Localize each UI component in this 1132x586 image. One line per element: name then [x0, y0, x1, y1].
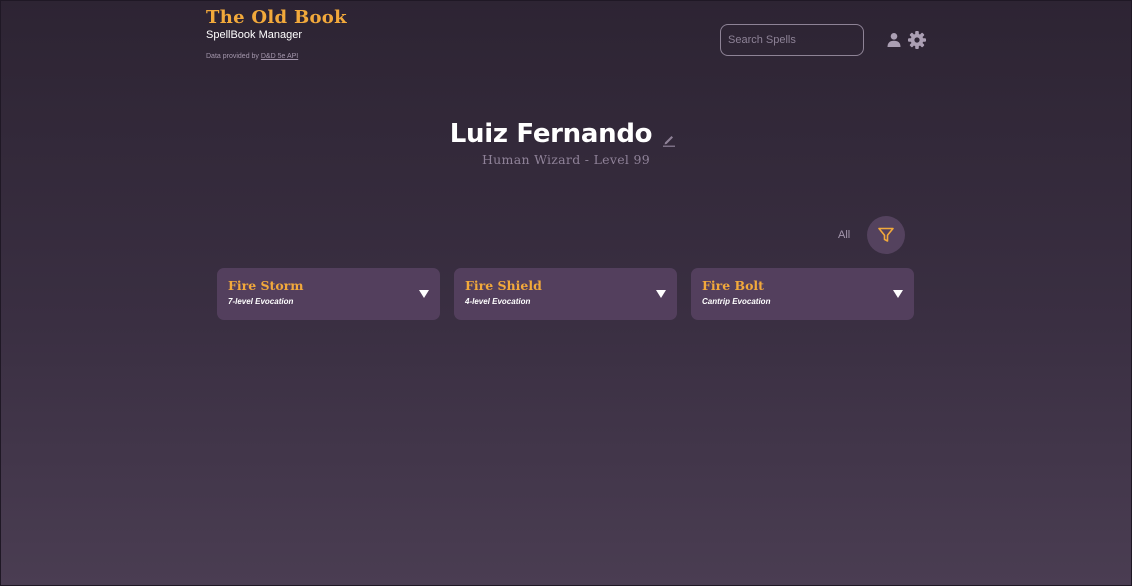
spell-detail: 7-level Evocation: [228, 297, 294, 306]
gear-icon: [908, 31, 926, 49]
spell-card-fire-bolt[interactable]: Fire Bolt Cantrip Evocation: [691, 268, 914, 320]
user-button[interactable]: [884, 30, 904, 50]
spell-card-fire-shield[interactable]: Fire Shield 4-level Evocation: [454, 268, 677, 320]
credit-prefix: Data provided by: [206, 53, 261, 60]
expand-arrow-icon[interactable]: [656, 290, 666, 298]
edit-name-button[interactable]: [662, 132, 676, 147]
expand-arrow-icon[interactable]: [893, 290, 903, 298]
spell-name: Fire Storm: [228, 278, 304, 293]
expand-arrow-icon[interactable]: [419, 290, 429, 298]
spell-card-fire-storm[interactable]: Fire Storm 7-level Evocation: [217, 268, 440, 320]
app-subtitle: SpellBook Manager: [206, 29, 303, 41]
character-description: Human Wizard - Level 99: [481, 152, 651, 167]
filter-button[interactable]: [867, 216, 905, 254]
data-credit: Data provided by D&D 5e API: [206, 53, 347, 60]
spell-list: Fire Storm 7-level Evocation Fire Shield…: [217, 268, 914, 320]
spell-detail: Cantrip Evocation: [702, 297, 771, 306]
filter-label: All: [838, 229, 851, 241]
spell-name: Fire Bolt: [702, 278, 764, 293]
search-input[interactable]: [720, 24, 864, 56]
character-name: Luiz Fernando: [449, 119, 653, 149]
user-icon: [887, 33, 901, 47]
app-title: The Old Book: [206, 7, 347, 28]
pencil-icon: [663, 136, 675, 147]
brand: The Old Book SpellBook Manager Data prov…: [206, 7, 347, 60]
settings-button[interactable]: [907, 30, 927, 50]
spell-detail: 4-level Evocation: [465, 297, 531, 306]
filter-icon: [878, 227, 894, 242]
api-link[interactable]: D&D 5e API: [261, 53, 298, 60]
spell-name: Fire Shield: [465, 278, 542, 293]
